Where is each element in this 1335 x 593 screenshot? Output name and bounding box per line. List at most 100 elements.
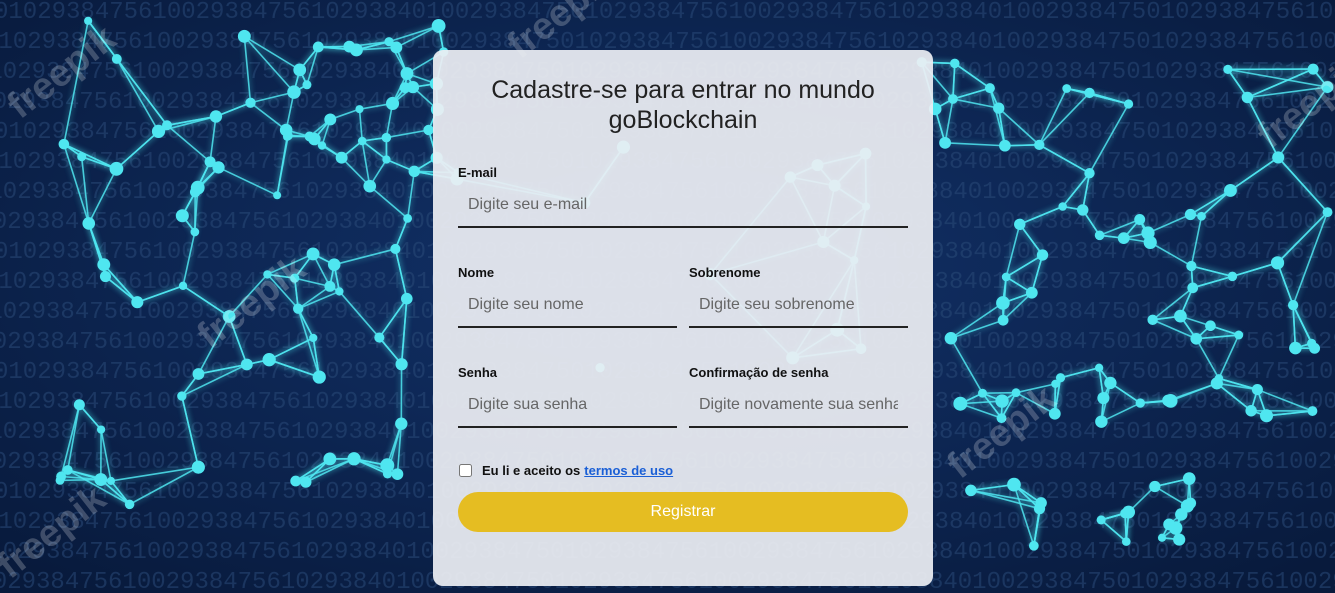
network-node (1287, 299, 1299, 311)
last-name-input[interactable] (689, 288, 908, 328)
network-node (151, 124, 166, 138)
network-node (399, 82, 411, 94)
network-node (73, 399, 85, 411)
network-node (1135, 398, 1145, 408)
network-node (1307, 338, 1317, 348)
network-node (204, 156, 216, 168)
terms-row: Eu li e aceito os termos de uso (458, 463, 673, 478)
network-node (984, 83, 995, 94)
network-node (1051, 379, 1060, 388)
network-node (1084, 168, 1095, 179)
network-node (306, 247, 320, 261)
password-confirm-label: Confirmação de senha (689, 365, 829, 380)
network-node (99, 270, 111, 283)
network-node (77, 152, 87, 162)
network-node (382, 155, 391, 164)
register-card: Cadastre-se para entrar no mundo goBlock… (433, 50, 933, 586)
network-node (385, 96, 400, 111)
network-node (1163, 393, 1178, 408)
network-node (1028, 540, 1039, 551)
network-node (390, 243, 401, 254)
network-node (191, 460, 205, 474)
network-node (1123, 99, 1134, 109)
network-node (335, 287, 344, 296)
network-node (1062, 84, 1072, 93)
password-confirm-input[interactable] (689, 388, 908, 428)
network-link (982, 391, 1017, 394)
register-button[interactable]: Registrar (458, 492, 908, 532)
password-input[interactable] (458, 388, 677, 428)
network-node (1036, 249, 1049, 261)
network-node (1149, 480, 1161, 493)
network-node (1173, 533, 1186, 546)
network-node (997, 314, 1009, 326)
email-group: E-mail (458, 165, 908, 228)
network-node (304, 131, 315, 142)
network-node (431, 19, 446, 33)
network-node (1190, 332, 1203, 345)
network-node (1001, 272, 1011, 282)
network-node (1205, 320, 1216, 332)
network-node (178, 281, 188, 291)
network-node (1175, 508, 1188, 521)
terms-text: Eu li e aceito os (482, 463, 581, 478)
network-node (403, 213, 413, 223)
network-node (106, 476, 116, 485)
first-name-group: Nome (458, 265, 677, 328)
network-node (1120, 508, 1131, 519)
network-node (384, 37, 394, 47)
network-node (1270, 256, 1285, 270)
network-node (999, 139, 1011, 152)
network-node (1025, 286, 1038, 299)
password-group: Senha (458, 365, 677, 428)
network-node (1141, 226, 1155, 240)
network-node (382, 469, 393, 479)
network-node (240, 358, 253, 371)
network-node (395, 358, 408, 371)
network-node (1121, 537, 1131, 546)
network-node (1094, 230, 1105, 241)
email-input[interactable] (458, 188, 908, 228)
network-node (1234, 330, 1244, 340)
password-confirm-group: Confirmação de senha (689, 365, 908, 428)
network-node (1134, 214, 1146, 225)
network-node (357, 136, 367, 146)
network-node (237, 29, 251, 43)
network-node (1034, 139, 1045, 151)
network-node (347, 452, 361, 466)
network-node (209, 110, 223, 123)
terms-link[interactable]: termos de uso (584, 463, 673, 478)
network-node (82, 217, 96, 230)
network-node (177, 391, 187, 401)
network-node (312, 370, 326, 384)
network-node (109, 161, 124, 176)
network-node (97, 258, 111, 272)
first-name-input[interactable] (458, 288, 677, 328)
network-node (327, 258, 341, 271)
network-node (1214, 374, 1224, 383)
terms-checkbox[interactable] (459, 464, 472, 477)
network-node (1186, 260, 1197, 272)
network-node (190, 227, 200, 237)
network-node (953, 396, 968, 411)
network-node (1007, 477, 1021, 492)
network-node (400, 67, 414, 81)
network-node (1033, 503, 1046, 515)
network-node (290, 475, 302, 487)
network-node (192, 368, 205, 380)
network-node (335, 151, 348, 164)
network-node (273, 191, 282, 200)
network-node (302, 80, 312, 90)
network-node (1095, 415, 1108, 428)
network-node (1187, 282, 1199, 294)
network-node (1094, 363, 1104, 372)
network-node (1227, 271, 1238, 282)
network-node (1223, 64, 1233, 74)
first-name-label: Nome (458, 265, 495, 280)
network-node (1241, 91, 1254, 104)
network-node (62, 465, 73, 475)
network-node (950, 58, 960, 69)
network-node (1260, 409, 1274, 423)
page-title: Cadastre-se para entrar no mundo goBlock… (491, 76, 875, 134)
network-node (323, 452, 337, 466)
